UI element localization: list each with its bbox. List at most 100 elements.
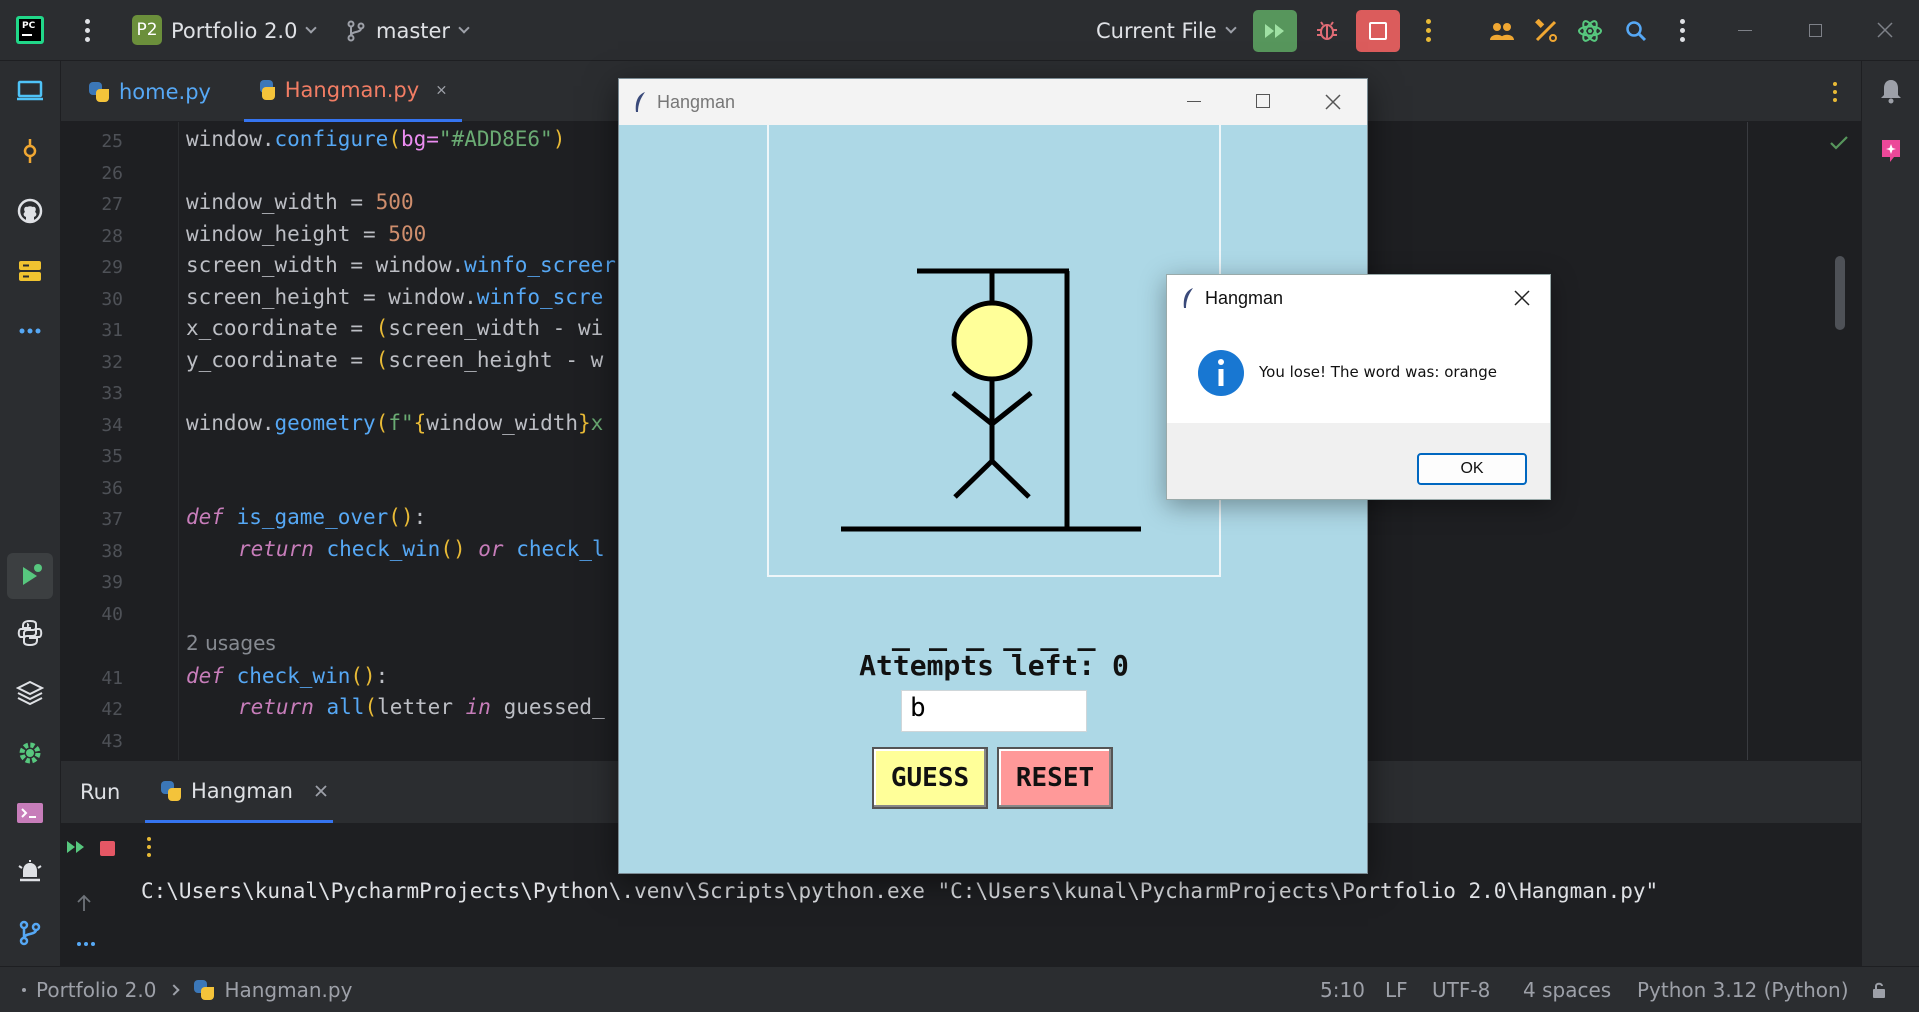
minimize-window-button[interactable] xyxy=(1725,10,1765,50)
code-with-me-button[interactable] xyxy=(1480,10,1524,52)
problems-tool-button[interactable] xyxy=(10,853,50,893)
line-number: 37 xyxy=(101,509,123,530)
run-tool-button[interactable] xyxy=(7,553,53,599)
ai-chat-button[interactable] xyxy=(1871,131,1911,171)
code-line-31: x_coordinate = (screen_width - wi xyxy=(186,316,604,340)
run-tab-hangman[interactable]: Hangman xyxy=(145,761,333,823)
dialog-title: Hangman xyxy=(1205,287,1284,308)
tab-home-py[interactable]: home.py xyxy=(73,61,227,122)
close-icon[interactable] xyxy=(1514,290,1530,306)
maximize-button[interactable] xyxy=(1256,94,1270,108)
gutter-divider xyxy=(178,122,179,760)
git-branch-icon xyxy=(347,20,365,41)
ai-assistant-button[interactable] xyxy=(1568,10,1612,52)
right-leg xyxy=(990,459,1031,499)
stop-icon[interactable] xyxy=(100,841,115,856)
git-branch-icon xyxy=(19,920,41,946)
console-output-line[interactable]: C:\Users\kunal\PycharmProjects\Python\.v… xyxy=(141,879,1658,903)
indent-setting[interactable]: 4 spaces xyxy=(1523,967,1611,1012)
notifications-button[interactable] xyxy=(1871,71,1911,111)
kebab-menu-icon[interactable] xyxy=(146,837,152,857)
breadcrumb-project[interactable]: Portfolio 2.0 xyxy=(36,978,156,1002)
dialog-message: You lose! The word was: orange xyxy=(1259,363,1497,381)
main-menu-button[interactable] xyxy=(84,0,90,61)
reset-button[interactable]: RESET xyxy=(997,747,1113,809)
line-number: 36 xyxy=(101,478,123,499)
close-icon[interactable] xyxy=(315,784,327,797)
kebab-menu-icon xyxy=(1425,19,1431,42)
github-tool-button[interactable] xyxy=(10,191,50,231)
line-number: 33 xyxy=(101,383,123,404)
caret-position[interactable]: 5:10 xyxy=(1320,967,1365,1012)
atom-icon xyxy=(1578,20,1602,42)
search-icon xyxy=(1626,21,1647,42)
line-number: 35 xyxy=(101,446,123,467)
ok-button[interactable]: OK xyxy=(1417,453,1527,485)
file-encoding[interactable]: UTF-8 xyxy=(1432,967,1490,1012)
python-console-button[interactable] xyxy=(10,613,50,653)
run-config-label: Current File xyxy=(1096,18,1217,43)
close-window-button[interactable] xyxy=(1865,10,1905,50)
more-horizontal-icon[interactable] xyxy=(77,941,95,947)
run-button[interactable] xyxy=(1253,10,1297,52)
structure-tool-button[interactable] xyxy=(10,251,50,291)
line-number: 29 xyxy=(101,257,123,278)
code-line-34: window.geometry(f"{window_width}x xyxy=(186,411,604,435)
breadcrumb-file[interactable]: Hangman.py xyxy=(224,978,352,1002)
services-tool-button[interactable] xyxy=(10,733,50,773)
code-line-42: return all(letter in guessed_ xyxy=(238,695,605,719)
left-tool-strip xyxy=(0,61,61,966)
usages-hint[interactable]: 2 usages xyxy=(186,631,276,655)
tab-hangman-py[interactable]: Hangman.py xyxy=(244,61,462,122)
debug-button[interactable] xyxy=(1305,10,1349,52)
code-line-38: return check_win() or check_l xyxy=(238,537,605,561)
line-separator[interactable]: LF xyxy=(1385,967,1408,1012)
build-tools-button[interactable] xyxy=(1524,10,1568,52)
line-number: 39 xyxy=(101,572,123,593)
chevron-down-icon xyxy=(305,22,318,34)
kebab-menu-icon xyxy=(1679,19,1685,42)
rerun-icon[interactable] xyxy=(66,839,86,855)
editor-scrollbar-thumb[interactable] xyxy=(1835,256,1845,330)
close-icon[interactable] xyxy=(437,84,446,96)
line-number: 25 xyxy=(101,131,123,152)
python-packages-button[interactable] xyxy=(10,673,50,713)
guess-input[interactable]: b xyxy=(901,690,1087,732)
settings-more-button[interactable] xyxy=(1679,0,1685,61)
head xyxy=(951,300,1033,382)
restore-window-button[interactable] xyxy=(1795,10,1835,50)
bell-icon xyxy=(1881,80,1901,104)
stop-button[interactable] xyxy=(1356,10,1400,52)
hangman-title-bar: Hangman xyxy=(619,79,1367,125)
gear-icon xyxy=(19,742,41,764)
scroll-up-arrow-icon[interactable] xyxy=(77,894,91,912)
project-selector[interactable]: Portfolio 2.0 xyxy=(171,0,318,61)
code-line-32: y_coordinate = (screen_height - w xyxy=(186,348,604,372)
more-horizontal-icon xyxy=(19,328,41,334)
guess-button[interactable]: GUESS xyxy=(872,747,988,809)
tabs-more-button[interactable] xyxy=(1816,61,1854,122)
unlock-icon[interactable] xyxy=(1871,981,1889,999)
pycharm-logo-icon[interactable]: PC xyxy=(16,16,44,44)
close-icon[interactable] xyxy=(1325,94,1341,110)
tab-label: Hangman.py xyxy=(284,78,420,102)
ai-sparkle-icon xyxy=(1882,140,1900,162)
dialog-title-bar: Hangman xyxy=(1167,275,1550,321)
commit-tool-button[interactable] xyxy=(10,131,50,171)
minimize-button[interactable] xyxy=(1187,101,1201,102)
commit-icon xyxy=(23,139,37,163)
python-file-icon xyxy=(194,980,215,1000)
branch-name: master xyxy=(376,18,451,43)
line-number: 31 xyxy=(101,320,123,341)
project-badge[interactable]: P2 xyxy=(132,15,162,45)
run-config-selector[interactable]: Current File xyxy=(1096,0,1237,61)
more-tools-button[interactable] xyxy=(10,311,50,351)
git-tool-button[interactable] xyxy=(10,913,50,953)
run-more-button[interactable] xyxy=(1425,0,1431,61)
search-button[interactable] xyxy=(1614,10,1658,52)
terminal-tool-button[interactable] xyxy=(10,793,50,833)
alert-bell-icon xyxy=(18,860,42,882)
branch-selector[interactable]: master xyxy=(346,0,470,61)
project-tool-button[interactable] xyxy=(10,71,50,111)
python-interpreter[interactable]: Python 3.12 (Python) xyxy=(1637,967,1849,1012)
